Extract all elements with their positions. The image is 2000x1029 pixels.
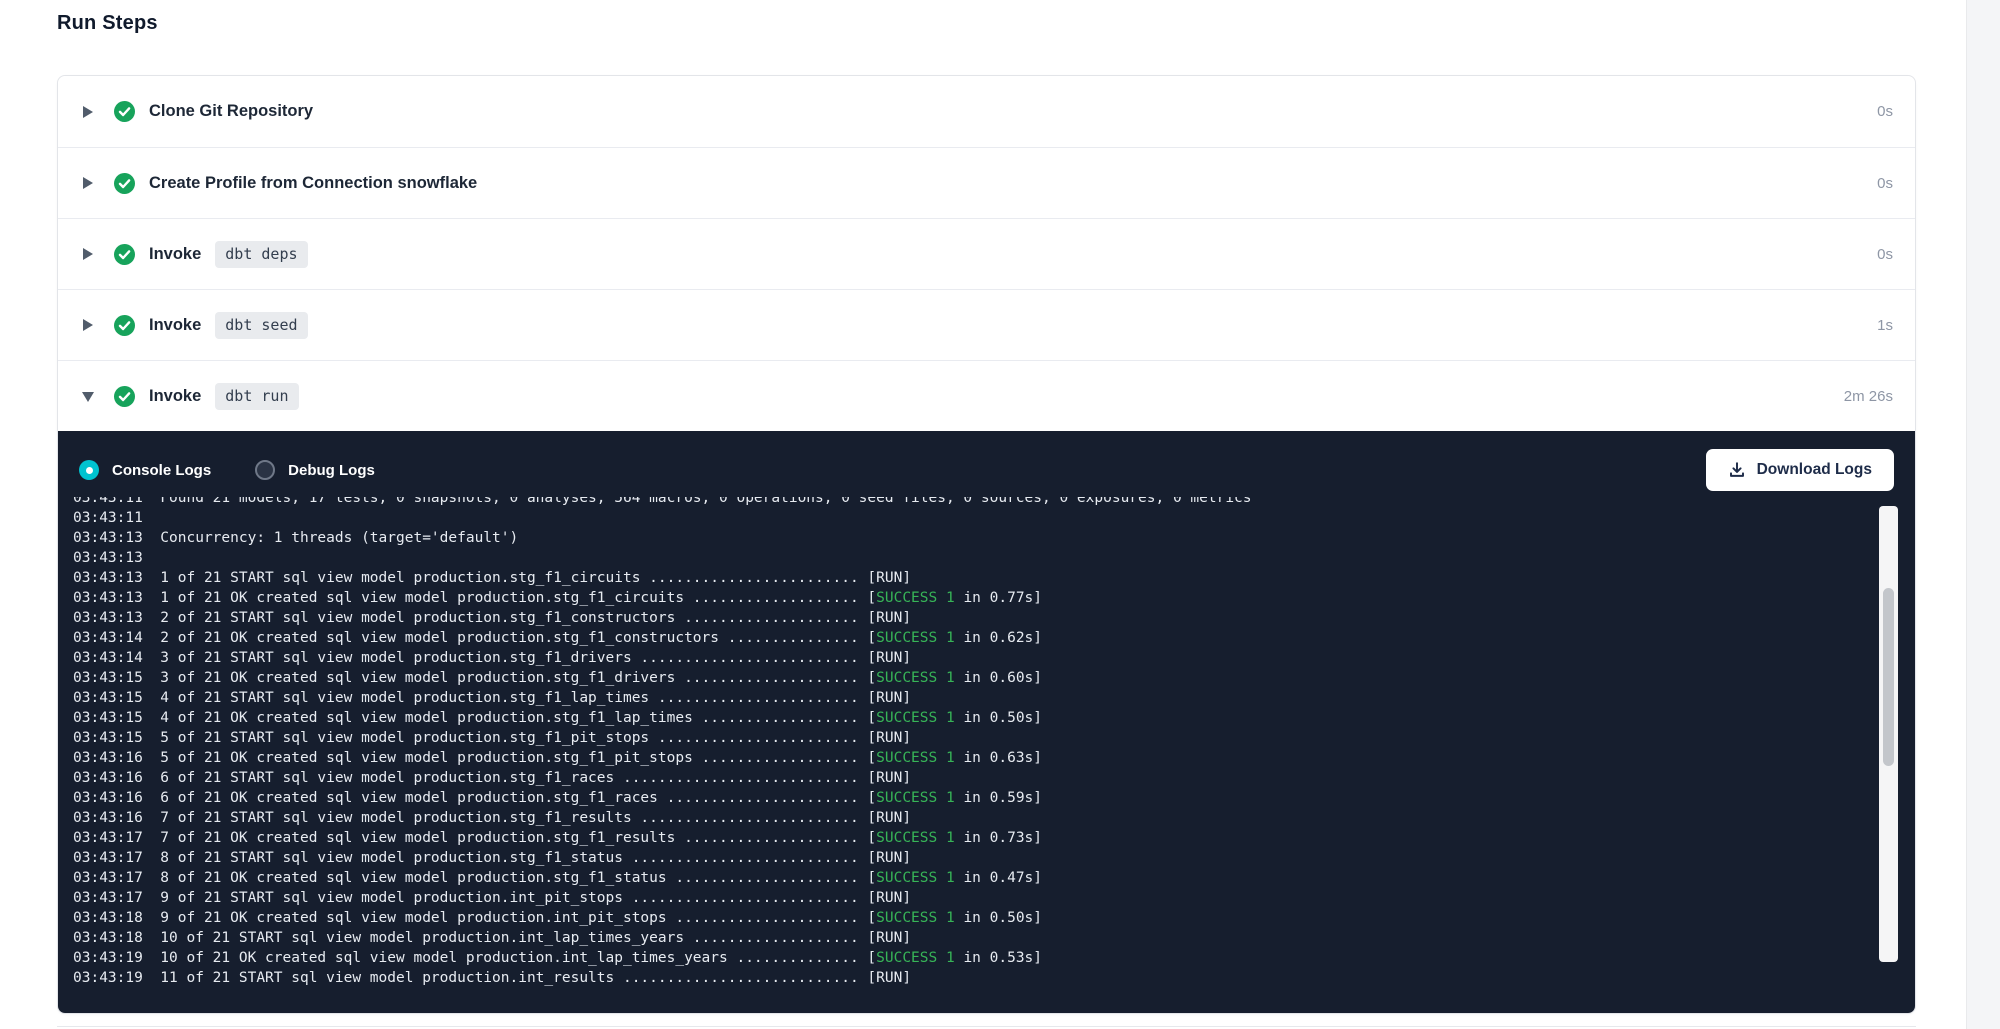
console-scrollbar[interactable] bbox=[1879, 506, 1898, 962]
console-scrollbar-thumb[interactable] bbox=[1883, 588, 1894, 766]
log-line: 03:43:17 7 of 21 OK created sql view mod… bbox=[73, 828, 1875, 848]
run-steps-page: Run Steps Clone Git Repository0sCreate P… bbox=[0, 0, 2000, 1029]
log-line: 03:43:13 bbox=[73, 548, 1875, 568]
chevron-down-icon[interactable] bbox=[82, 390, 94, 402]
log-line: 03:43:15 4 of 21 OK created sql view mod… bbox=[73, 708, 1875, 728]
console-logs-label: Console Logs bbox=[112, 462, 211, 479]
step-command-badge: dbt run bbox=[215, 383, 298, 410]
step-row-invoke-dbt-seed[interactable]: Invoke dbt seed 1s bbox=[58, 289, 1915, 360]
log-line: 03:43:18 10 of 21 START sql view model p… bbox=[73, 928, 1875, 948]
step-duration: 2m 26s bbox=[1844, 388, 1893, 405]
step-label: Invoke bbox=[149, 387, 201, 406]
step-duration: 0s bbox=[1877, 103, 1893, 120]
debug-logs-label: Debug Logs bbox=[288, 462, 375, 479]
log-line: 03:43:11 Found 21 models, 17 tests, 0 sn… bbox=[73, 497, 1875, 508]
page-scroll-gutter[interactable] bbox=[1966, 0, 2000, 1029]
step-duration: 1s bbox=[1877, 317, 1893, 334]
next-card-top-border bbox=[57, 1026, 1916, 1027]
log-line: 03:43:14 3 of 21 START sql view model pr… bbox=[73, 648, 1875, 668]
radio-unselected-icon[interactable] bbox=[255, 460, 275, 480]
step-row-invoke-dbt-run[interactable]: Invoke dbt run 2m 26s bbox=[58, 360, 1915, 431]
step-status-success-icon bbox=[114, 315, 135, 336]
download-icon bbox=[1728, 461, 1746, 479]
steps-list: Clone Git Repository0sCreate Profile fro… bbox=[58, 76, 1915, 431]
step-row-clone-git-repository[interactable]: Clone Git Repository 0s bbox=[58, 76, 1915, 147]
log-line: 03:43:17 8 of 21 OK created sql view mod… bbox=[73, 868, 1875, 888]
log-line: 03:43:15 5 of 21 START sql view model pr… bbox=[73, 728, 1875, 748]
chevron-right-icon[interactable] bbox=[82, 248, 94, 260]
log-line: 03:43:17 8 of 21 START sql view model pr… bbox=[73, 848, 1875, 868]
log-line: 03:43:16 6 of 21 START sql view model pr… bbox=[73, 768, 1875, 788]
step-label: Invoke bbox=[149, 245, 201, 264]
chevron-right-icon[interactable] bbox=[82, 319, 94, 331]
step-status-success-icon bbox=[114, 173, 135, 194]
download-logs-label: Download Logs bbox=[1757, 461, 1872, 479]
log-line: 03:43:19 11 of 21 START sql view model p… bbox=[73, 968, 1875, 988]
step-row-invoke-dbt-deps[interactable]: Invoke dbt deps 0s bbox=[58, 218, 1915, 289]
step-status-success-icon bbox=[114, 386, 135, 407]
step-command-badge: dbt deps bbox=[215, 241, 307, 268]
console-toolbar: Console Logs Debug Logs Download Logs bbox=[58, 431, 1915, 495]
log-line: 03:43:19 10 of 21 OK created sql view mo… bbox=[73, 948, 1875, 968]
log-line: 03:43:13 1 of 21 START sql view model pr… bbox=[73, 568, 1875, 588]
debug-logs-tab[interactable]: Debug Logs bbox=[255, 460, 375, 480]
console-log-output[interactable]: 03:43:11 Found 21 models, 17 tests, 0 sn… bbox=[73, 497, 1875, 999]
log-line: 03:43:13 1 of 21 OK created sql view mod… bbox=[73, 588, 1875, 608]
log-line: 03:43:14 2 of 21 OK created sql view mod… bbox=[73, 628, 1875, 648]
log-line: 03:43:15 3 of 21 OK created sql view mod… bbox=[73, 668, 1875, 688]
log-line: 03:43:16 7 of 21 START sql view model pr… bbox=[73, 808, 1875, 828]
console-panel: Console Logs Debug Logs Download Logs 03… bbox=[58, 431, 1915, 1013]
console-logs-tab[interactable]: Console Logs bbox=[79, 460, 211, 480]
log-line: 03:43:17 9 of 21 START sql view model pr… bbox=[73, 888, 1875, 908]
download-logs-button[interactable]: Download Logs bbox=[1706, 449, 1894, 491]
log-line: 03:43:15 4 of 21 START sql view model pr… bbox=[73, 688, 1875, 708]
log-line: 03:43:18 9 of 21 OK created sql view mod… bbox=[73, 908, 1875, 928]
step-duration: 0s bbox=[1877, 175, 1893, 192]
step-label: Invoke bbox=[149, 316, 201, 335]
log-line: 03:43:16 6 of 21 OK created sql view mod… bbox=[73, 788, 1875, 808]
log-line: 03:43:16 5 of 21 OK created sql view mod… bbox=[73, 748, 1875, 768]
chevron-right-icon[interactable] bbox=[82, 106, 94, 118]
step-status-success-icon bbox=[114, 101, 135, 122]
run-steps-card: Clone Git Repository0sCreate Profile fro… bbox=[57, 75, 1916, 1014]
log-line: 03:43:13 Concurrency: 1 threads (target=… bbox=[73, 528, 1875, 548]
log-line: 03:43:11 bbox=[73, 508, 1875, 528]
step-row-create-profile-from-connection-snowflake[interactable]: Create Profile from Connection snowflake… bbox=[58, 147, 1915, 218]
step-label: Create Profile from Connection snowflake bbox=[149, 174, 477, 193]
step-command-badge: dbt seed bbox=[215, 312, 307, 339]
log-line: 03:43:13 2 of 21 START sql view model pr… bbox=[73, 608, 1875, 628]
step-duration: 0s bbox=[1877, 246, 1893, 263]
step-label: Clone Git Repository bbox=[149, 102, 313, 121]
page-title: Run Steps bbox=[57, 12, 158, 35]
step-status-success-icon bbox=[114, 244, 135, 265]
chevron-right-icon[interactable] bbox=[82, 177, 94, 189]
radio-selected-icon[interactable] bbox=[79, 460, 99, 480]
